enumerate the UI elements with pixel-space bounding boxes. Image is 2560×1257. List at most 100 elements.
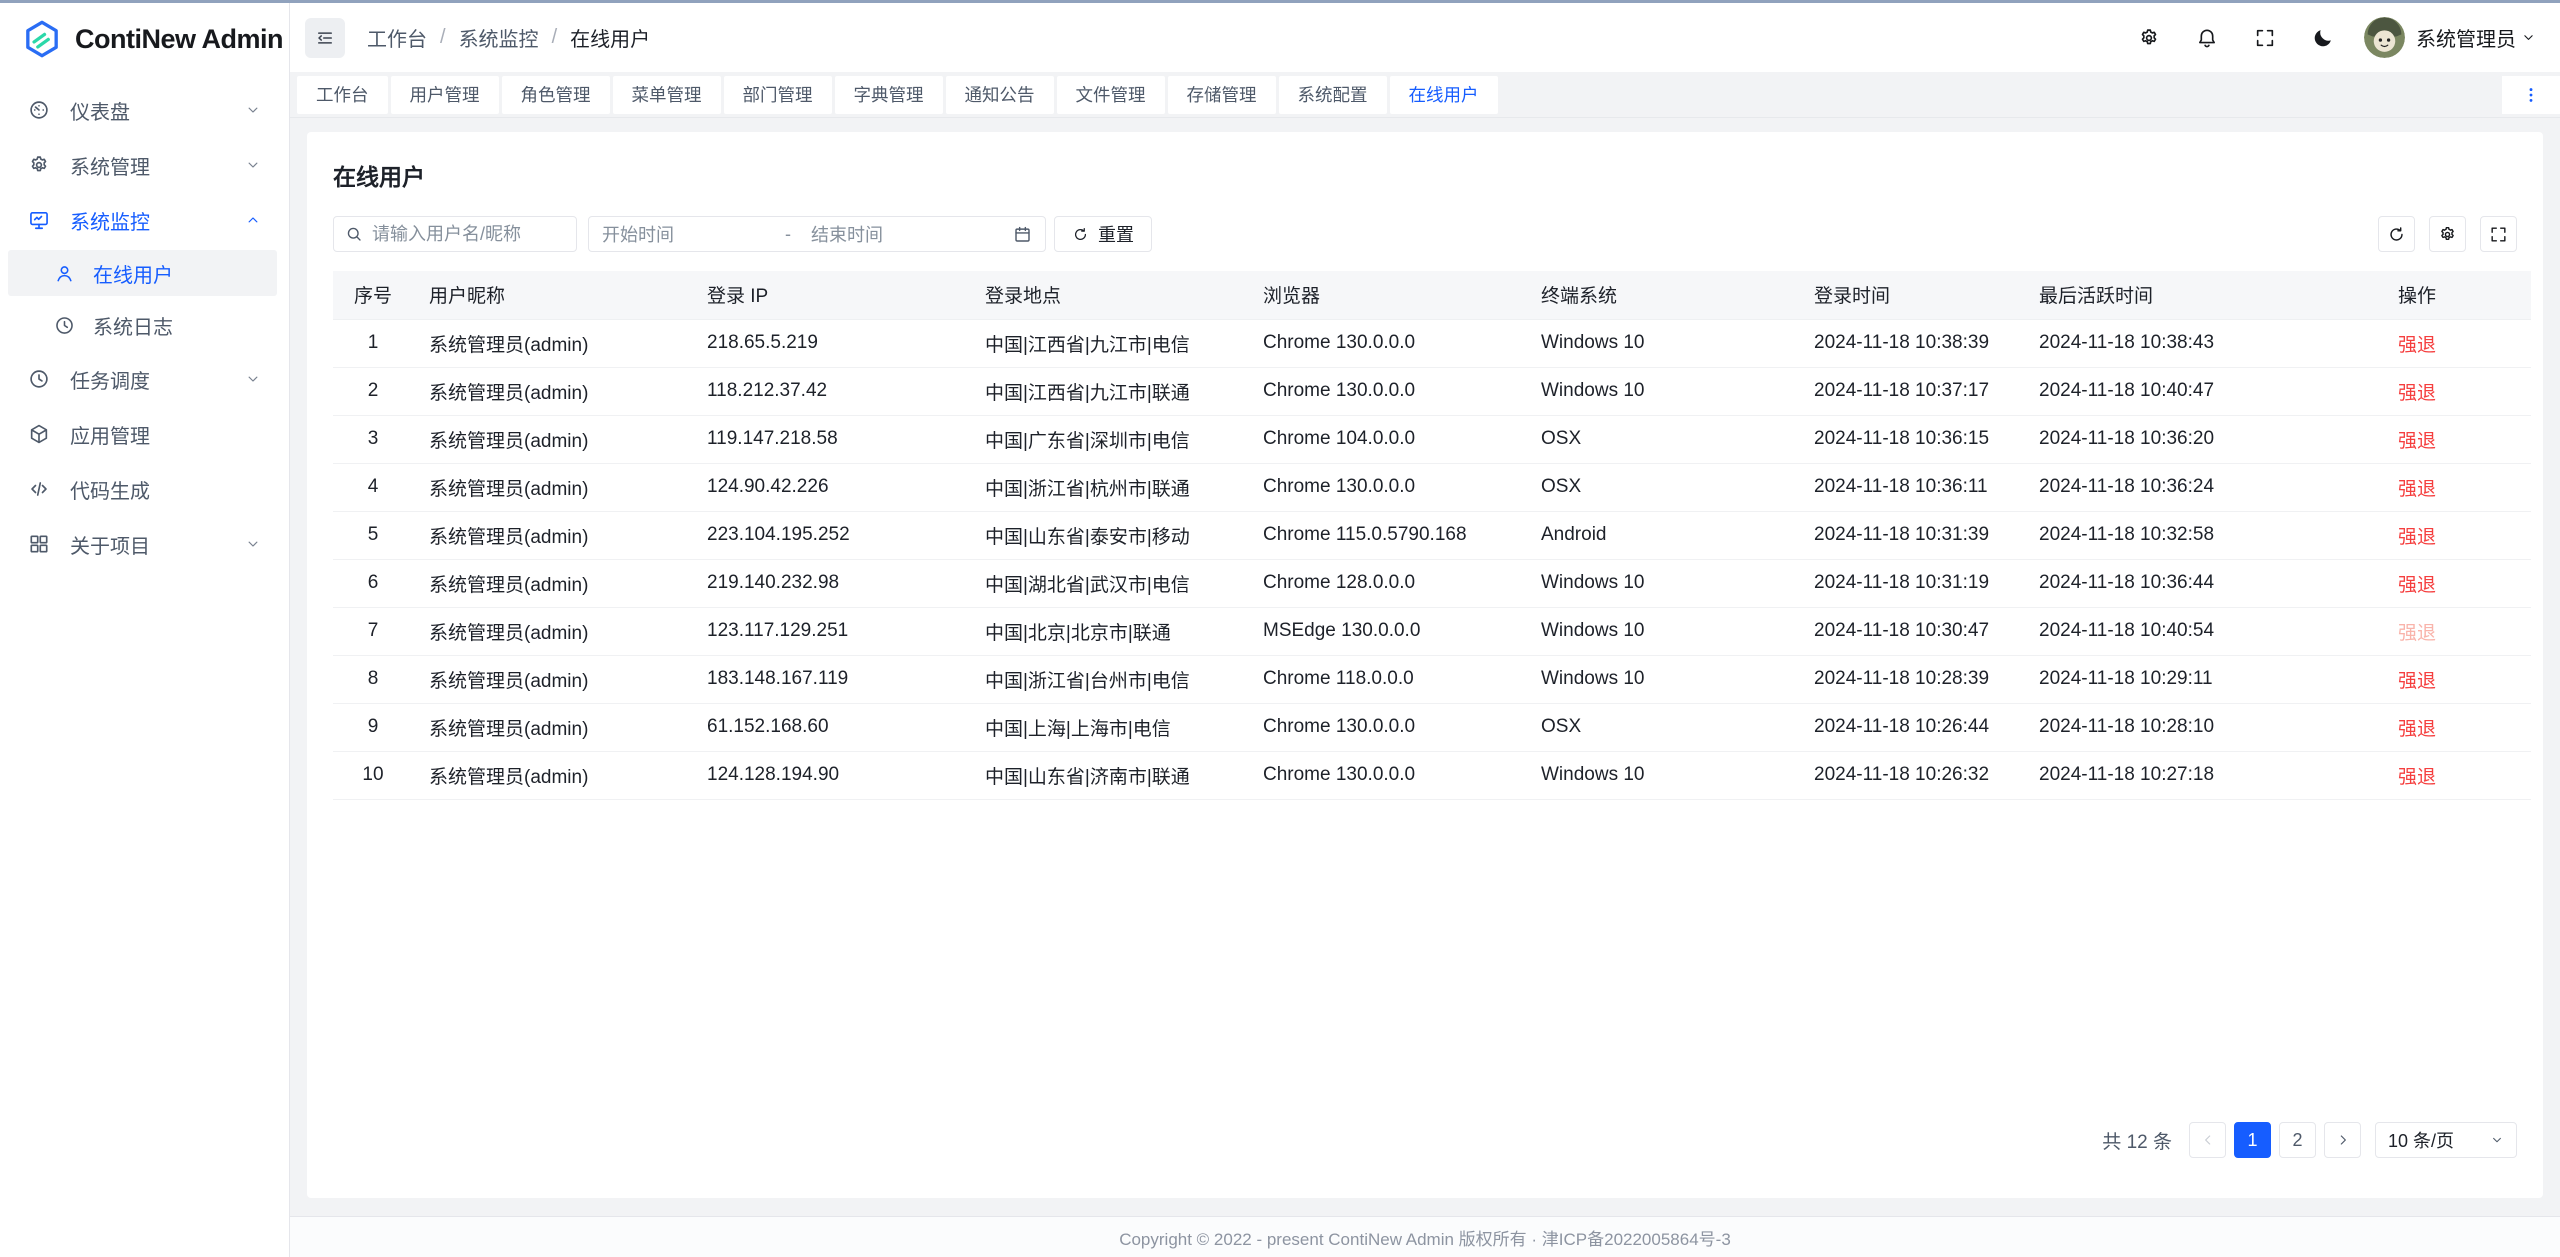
sidebar-item-dashboard[interactable]: 仪表盘 — [0, 85, 289, 135]
sidebar-item-label: 任务调度 — [70, 365, 245, 394]
page-title: 在线用户 — [333, 158, 2517, 192]
breadcrumb: 工作台/系统监控/在线用户 — [367, 23, 650, 52]
table-row: 2系统管理员(admin)118.212.37.42中国|江西省|九江市|联通C… — [333, 367, 2531, 415]
page-button-1[interactable]: 1 — [2234, 1122, 2271, 1158]
table-cell: 系统管理员(admin) — [413, 511, 691, 559]
prev-page-button[interactable] — [2189, 1122, 2226, 1158]
sidebar-item-about-project[interactable]: 关于项目 — [0, 519, 289, 569]
table-row: 8系统管理员(admin)183.148.167.119中国|浙江省|台州市|电… — [333, 655, 2531, 703]
sidebar-item-label: 关于项目 — [70, 530, 245, 559]
sidebar-item-code-generation[interactable]: 代码生成 — [0, 464, 289, 514]
table-cell-actions: 强退 — [2303, 751, 2531, 799]
force-logout-link[interactable]: 强退 — [2398, 767, 2436, 788]
table-cell: Windows 10 — [1525, 607, 1798, 655]
column-settings-button[interactable] — [2429, 216, 2466, 252]
tab-more-button[interactable] — [2502, 76, 2560, 114]
force-logout-link[interactable]: 强退 — [2398, 719, 2436, 740]
column-header: 登录时间 — [1798, 271, 2023, 319]
tab-file-management[interactable]: 文件管理 — [1057, 76, 1165, 114]
table-header-row: 序号用户昵称登录 IP登录地点浏览器终端系统登录时间最后活跃时间操作 — [333, 271, 2531, 319]
force-logout-link[interactable]: 强退 — [2398, 671, 2436, 692]
breadcrumb-item[interactable]: 工作台 — [367, 23, 427, 52]
fullscreen-button[interactable] — [2254, 27, 2276, 49]
dashboard-icon — [28, 99, 50, 121]
table-cell: Chrome 104.0.0.0 — [1247, 415, 1525, 463]
table-row: 1系统管理员(admin)218.65.5.219中国|江西省|九江市|电信Ch… — [333, 319, 2531, 367]
tab-online-users[interactable]: 在线用户 — [1390, 76, 1498, 114]
date-range-picker[interactable]: 开始时间 - 结束时间 — [588, 216, 1046, 252]
notifications-button[interactable] — [2196, 27, 2218, 49]
column-header: 序号 — [333, 271, 413, 319]
tab-dict-management[interactable]: 字典管理 — [835, 76, 943, 114]
sidebar-item-system-monitor[interactable]: 系统监控 — [0, 195, 289, 245]
table-cell: 10 — [333, 751, 413, 799]
table-cell-actions: 强退 — [2303, 463, 2531, 511]
user-icon — [54, 263, 75, 284]
table-cell: Windows 10 — [1525, 367, 1798, 415]
tab-dept-management[interactable]: 部门管理 — [724, 76, 832, 114]
force-logout-link[interactable]: 强退 — [2398, 479, 2436, 500]
tab-workbench[interactable]: 工作台 — [297, 76, 388, 114]
reset-button[interactable]: 重置 — [1054, 216, 1152, 252]
tab-system-config[interactable]: 系统配置 — [1279, 76, 1387, 114]
page-button-2[interactable]: 2 — [2279, 1122, 2316, 1158]
table-cell: 2024-11-18 10:38:39 — [1798, 319, 2023, 367]
table-cell: 2024-11-18 10:31:19 — [1798, 559, 2023, 607]
sidebar-item-system-management[interactable]: 系统管理 — [0, 140, 289, 190]
tab-menu-management[interactable]: 菜单管理 — [613, 76, 721, 114]
column-header: 浏览器 — [1247, 271, 1525, 319]
sidebar-item-task-scheduler[interactable]: 任务调度 — [0, 354, 289, 404]
reset-button-label: 重置 — [1098, 221, 1134, 247]
table-cell: 8 — [333, 655, 413, 703]
calendar-icon — [1013, 225, 1032, 244]
table-fullscreen-button[interactable] — [2480, 216, 2517, 252]
sidebar-subitem-label: 在线用户 — [93, 259, 173, 288]
table-cell: 2024-11-18 10:26:44 — [1798, 703, 2023, 751]
chevron-down-icon — [245, 157, 261, 173]
force-logout-link[interactable]: 强退 — [2398, 431, 2436, 452]
user-menu[interactable]: 系统管理员 — [2364, 17, 2536, 58]
chevron-down-icon — [2490, 1133, 2504, 1147]
sidebar-subitem-online-users[interactable]: 在线用户 — [8, 250, 277, 296]
column-header: 最后活跃时间 — [2023, 271, 2303, 319]
force-logout-link[interactable]: 强退 — [2398, 335, 2436, 356]
force-logout-link[interactable]: 强退 — [2398, 527, 2436, 548]
next-page-button[interactable] — [2324, 1122, 2361, 1158]
table-cell: Chrome 130.0.0.0 — [1247, 463, 1525, 511]
table-cell: 2024-11-18 10:28:39 — [1798, 655, 2023, 703]
tab-role-management[interactable]: 角色管理 — [502, 76, 610, 114]
tabs: 工作台用户管理角色管理菜单管理部门管理字典管理通知公告文件管理存储管理系统配置在… — [297, 76, 1498, 114]
table-cell: 123.117.129.251 — [691, 607, 969, 655]
tab-notice[interactable]: 通知公告 — [946, 76, 1054, 114]
table-cell: 中国|江西省|九江市|电信 — [969, 319, 1247, 367]
table-cell: 1 — [333, 319, 413, 367]
sidebar-item-app-management[interactable]: 应用管理 — [0, 409, 289, 459]
settings-button[interactable] — [2138, 27, 2160, 49]
sidebar-collapse-button[interactable] — [305, 18, 345, 58]
search-input[interactable] — [372, 224, 565, 245]
dark-mode-button[interactable] — [2312, 27, 2334, 49]
code-icon — [28, 478, 50, 500]
tab-user-management[interactable]: 用户管理 — [391, 76, 499, 114]
table-cell: 系统管理员(admin) — [413, 463, 691, 511]
table-cell-actions: 强退 — [2303, 655, 2531, 703]
force-logout-link[interactable]: 强退 — [2398, 623, 2436, 644]
navbar-actions: 系统管理员 — [2102, 17, 2536, 58]
page-size-select[interactable]: 10 条/页 — [2375, 1122, 2517, 1158]
sidebar-subitem-system-logs[interactable]: 系统日志 — [8, 302, 277, 348]
table-cell: 2024-11-18 10:27:18 — [2023, 751, 2303, 799]
breadcrumb-item[interactable]: 系统监控 — [459, 23, 539, 52]
brand[interactable]: ContiNew Admin — [0, 3, 289, 75]
table-cell: 9 — [333, 703, 413, 751]
tab-storage-management[interactable]: 存储管理 — [1168, 76, 1276, 114]
force-logout-link[interactable]: 强退 — [2398, 575, 2436, 596]
table-cell: 中国|湖北省|武汉市|电信 — [969, 559, 1247, 607]
force-logout-link[interactable]: 强退 — [2398, 383, 2436, 404]
refresh-table-button[interactable] — [2378, 216, 2415, 252]
table-cell: Windows 10 — [1525, 559, 1798, 607]
breadcrumb-separator: / — [552, 26, 558, 49]
table-cell: Chrome 130.0.0.0 — [1247, 367, 1525, 415]
table-cell: 219.140.232.98 — [691, 559, 969, 607]
table-row: 5系统管理员(admin)223.104.195.252中国|山东省|泰安市|移… — [333, 511, 2531, 559]
sidebar-subitem-label: 系统日志 — [93, 311, 173, 340]
